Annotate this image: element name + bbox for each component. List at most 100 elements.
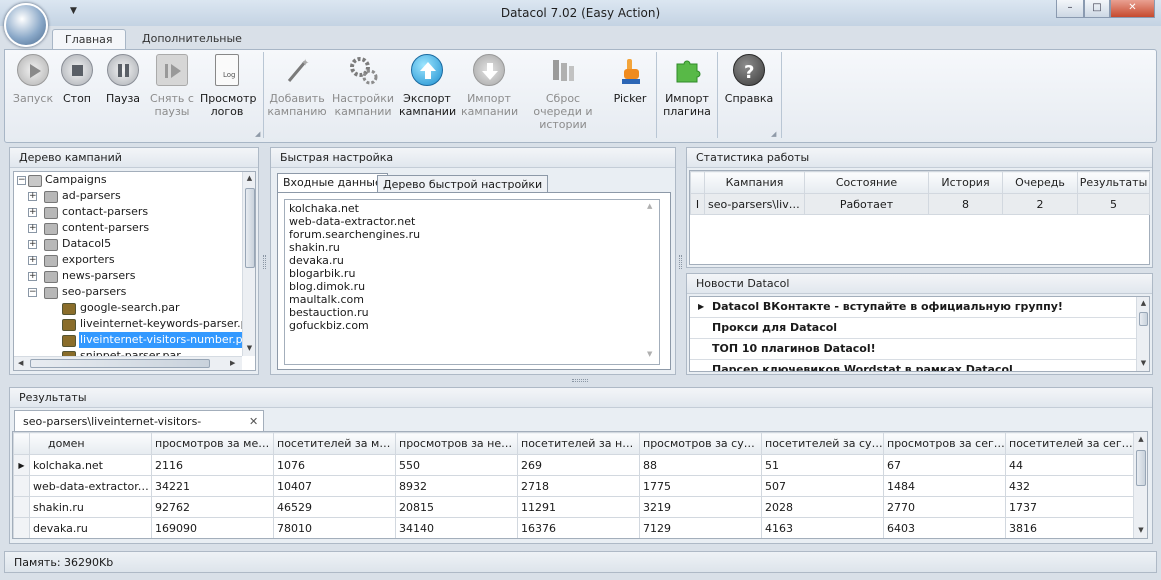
stats-cell[interactable]: 2 bbox=[1002, 193, 1078, 215]
value-cell[interactable]: 3219 bbox=[639, 496, 762, 518]
tree-node-folder[interactable]: ad-parsers bbox=[62, 188, 121, 204]
value-cell[interactable]: 46529 bbox=[273, 496, 396, 518]
stats-row[interactable]: I seo-parsers\livei... Работает 8 2 5 bbox=[690, 193, 1150, 215]
value-cell[interactable]: 4163 bbox=[761, 517, 884, 538]
tree-node-file-selected[interactable]: liveinternet-visitors-number.par bbox=[79, 332, 255, 348]
value-cell[interactable]: 1775 bbox=[639, 475, 762, 497]
results-grid[interactable]: домен просмотров за месяц посетителей за… bbox=[12, 431, 1148, 539]
value-cell[interactable]: 2116 bbox=[151, 454, 274, 476]
import-campaign-button[interactable]: Импорт кампании bbox=[461, 54, 518, 118]
results-col-header[interactable]: посетителей за недел... bbox=[517, 432, 640, 455]
value-cell[interactable]: 7129 bbox=[639, 517, 762, 538]
maximize-button[interactable]: □ bbox=[1084, 0, 1110, 18]
value-cell[interactable]: 34221 bbox=[151, 475, 274, 497]
campaign-tree[interactable]: − Campaigns + ad-parsers + contact-parse… bbox=[13, 171, 256, 371]
domain-cell[interactable]: shakin.ru bbox=[29, 496, 152, 518]
add-campaign-button[interactable]: ✦ Добавить кампанию bbox=[267, 54, 327, 118]
start-button[interactable]: Запуск bbox=[9, 54, 57, 105]
value-cell[interactable]: 507 bbox=[761, 475, 884, 497]
scroll-thumb[interactable] bbox=[30, 359, 210, 368]
expand-icon[interactable]: + bbox=[28, 208, 37, 217]
scroll-thumb[interactable] bbox=[1139, 312, 1148, 326]
value-cell[interactable]: 1076 bbox=[273, 454, 396, 476]
input-data-textarea[interactable]: kolchaka.net web-data-extractor.net foru… bbox=[284, 199, 660, 365]
tree-node-folder[interactable]: content-parsers bbox=[62, 220, 149, 236]
tab-additional[interactable]: Дополнительные bbox=[130, 29, 254, 50]
value-cell[interactable]: 11291 bbox=[517, 496, 640, 518]
table-row[interactable]: ▶ kolchaka.net 2116 1076 550 269 88 51 67 44 bbox=[13, 454, 1134, 476]
stop-button[interactable]: Стоп bbox=[55, 54, 99, 105]
view-logs-button[interactable]: Log Просмотр логов bbox=[200, 54, 256, 118]
value-cell[interactable]: 169090 bbox=[151, 517, 274, 538]
table-row[interactable]: shakin.ru 92762 46529 20815 11291 3219 2028 277… bbox=[13, 496, 1134, 518]
stats-cell[interactable]: 8 bbox=[928, 193, 1003, 215]
value-cell[interactable]: 2718 bbox=[517, 475, 640, 497]
stats-cell[interactable]: Работает bbox=[804, 193, 929, 215]
expand-icon[interactable]: + bbox=[28, 240, 37, 249]
scroll-up-icon[interactable]: ▲ bbox=[647, 202, 652, 210]
close-window-button[interactable]: ✕ bbox=[1110, 0, 1155, 18]
value-cell[interactable]: 67 bbox=[883, 454, 1006, 476]
value-cell[interactable]: 1737 bbox=[1005, 496, 1134, 518]
stats-col-header[interactable]: История bbox=[928, 171, 1003, 194]
value-cell[interactable]: 269 bbox=[517, 454, 640, 476]
campaign-settings-button[interactable]: Настройки кампании bbox=[331, 54, 395, 118]
value-cell[interactable]: 2028 bbox=[761, 496, 884, 518]
domain-cell[interactable]: kolchaka.net bbox=[29, 454, 152, 476]
value-cell[interactable]: 88 bbox=[639, 454, 762, 476]
reset-queue-button[interactable]: Сброс очереди и истории bbox=[521, 54, 605, 131]
tree-node-folder[interactable]: news-parsers bbox=[62, 268, 135, 284]
results-col-header[interactable]: посетителей за месяц bbox=[273, 432, 396, 455]
splitter-grip[interactable] bbox=[263, 255, 266, 269]
value-cell[interactable]: 432 bbox=[1005, 475, 1134, 497]
tree-horizontal-scrollbar[interactable]: ◀ ▶ bbox=[14, 356, 242, 370]
news-item[interactable]: Прокси для Datacol bbox=[690, 318, 1136, 339]
results-col-header[interactable]: домен bbox=[29, 432, 152, 455]
value-cell[interactable]: 51 bbox=[761, 454, 884, 476]
tree-vertical-scrollbar[interactable]: ▲ ▼ bbox=[242, 172, 255, 356]
scroll-down-icon[interactable]: ▼ bbox=[647, 350, 652, 358]
table-row[interactable]: devaka.ru 169090 78010 34140 16376 7129 4163 64… bbox=[13, 517, 1134, 538]
close-tab-icon[interactable]: ✕ bbox=[249, 411, 258, 432]
value-cell[interactable]: 550 bbox=[395, 454, 518, 476]
expand-icon[interactable]: + bbox=[28, 224, 37, 233]
value-cell[interactable]: 44 bbox=[1005, 454, 1134, 476]
tab-input-data[interactable]: Входные данные bbox=[277, 173, 388, 192]
export-campaign-button[interactable]: Экспорт кампании bbox=[399, 54, 456, 118]
import-plugin-button[interactable]: Импорт плагина bbox=[661, 54, 713, 118]
results-col-header[interactable]: просмотров за сегод... bbox=[883, 432, 1006, 455]
tree-node-file[interactable]: liveinternet-keywords-parser.par bbox=[80, 316, 255, 332]
scroll-thumb[interactable] bbox=[1136, 450, 1146, 486]
collapse-root-icon[interactable]: − bbox=[17, 176, 26, 185]
stats-cell[interactable]: seo-parsers\livei... bbox=[704, 193, 805, 215]
scroll-thumb[interactable] bbox=[245, 188, 255, 268]
value-cell[interactable]: 78010 bbox=[273, 517, 396, 538]
results-document-tab[interactable]: seo-parsers\liveinternet-visitors-number… bbox=[14, 410, 264, 449]
splitter-grip[interactable] bbox=[679, 255, 682, 269]
news-list[interactable]: Datacol ВКонтакте - вступайте в официаль… bbox=[689, 296, 1150, 372]
app-logo-globe-icon[interactable] bbox=[4, 3, 48, 47]
stats-col-header[interactable]: Результаты bbox=[1077, 171, 1150, 194]
results-scrollbar[interactable]: ▲ ▼ bbox=[1133, 432, 1147, 538]
tree-node-folder[interactable]: Datacol5 bbox=[62, 236, 111, 252]
value-cell[interactable]: 1484 bbox=[883, 475, 1006, 497]
tree-node-root[interactable]: Campaigns bbox=[45, 172, 107, 188]
results-col-header[interactable]: посетителей за сутки bbox=[761, 432, 884, 455]
stats-grid[interactable]: Кампания Состояние История Очередь Резул… bbox=[689, 170, 1150, 265]
results-col-header[interactable]: посетителей за сегод... bbox=[1005, 432, 1134, 455]
tab-main[interactable]: Главная bbox=[52, 29, 126, 50]
value-cell[interactable]: 16376 bbox=[517, 517, 640, 538]
news-item[interactable]: Парсер ключевиков Wordstat в рамках Data… bbox=[690, 360, 1136, 371]
tree-node-folder[interactable]: contact-parsers bbox=[62, 204, 148, 220]
stats-col-header[interactable]: Состояние bbox=[804, 171, 929, 194]
help-button[interactable]: ? Справка bbox=[723, 54, 775, 105]
value-cell[interactable]: 92762 bbox=[151, 496, 274, 518]
stats-col-header[interactable]: Очередь bbox=[1002, 171, 1078, 194]
value-cell[interactable]: 34140 bbox=[395, 517, 518, 538]
results-col-header[interactable]: просмотров за недел... bbox=[395, 432, 518, 455]
news-item[interactable]: Datacol ВКонтакте - вступайте в официаль… bbox=[690, 297, 1136, 318]
value-cell[interactable]: 6403 bbox=[883, 517, 1006, 538]
expand-icon[interactable]: + bbox=[28, 272, 37, 281]
expand-icon[interactable]: + bbox=[28, 192, 37, 201]
collapse-icon[interactable]: − bbox=[28, 288, 37, 297]
